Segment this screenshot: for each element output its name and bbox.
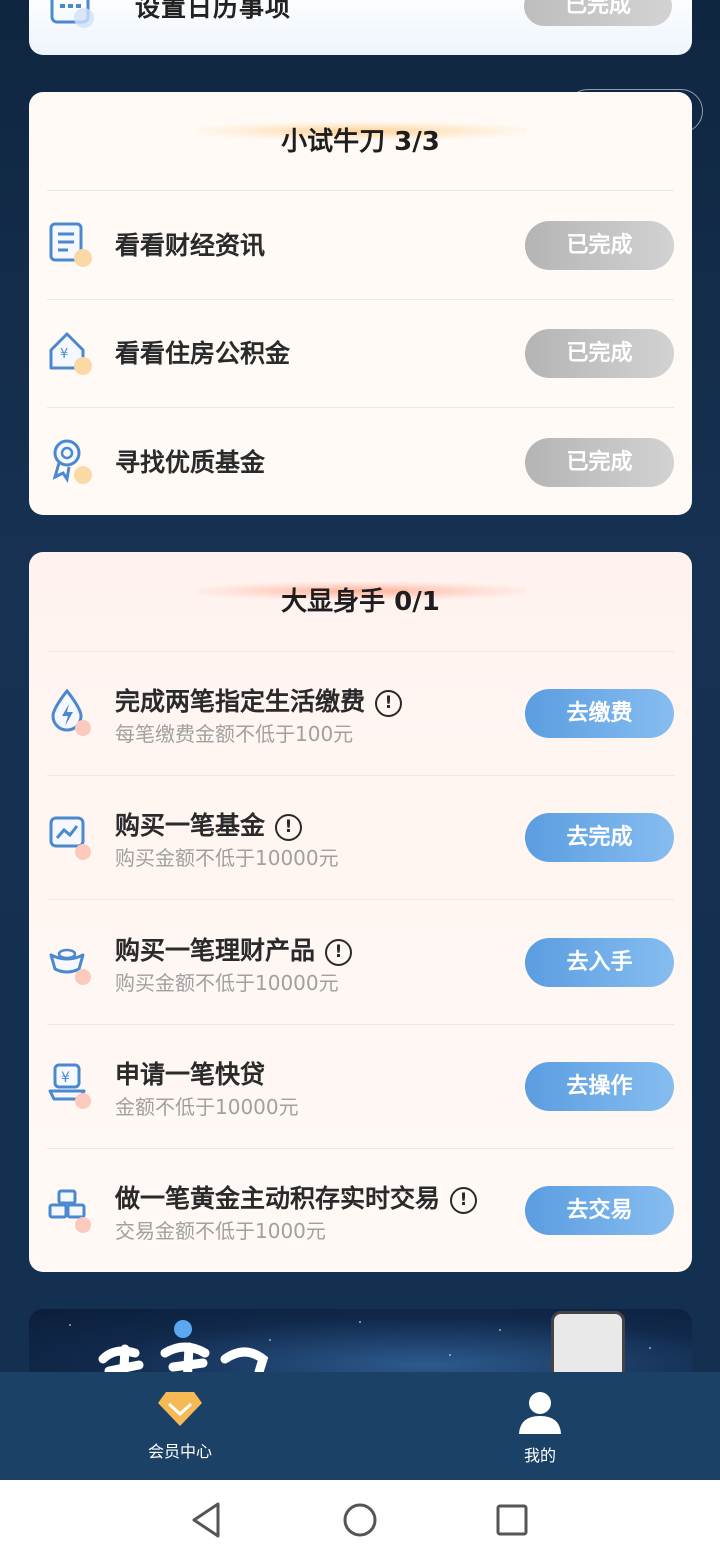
water-bolt-icon (51, 688, 91, 736)
gold-bars-icon (48, 1189, 91, 1233)
divider (47, 775, 674, 776)
task-title: 申请一笔快贷 (115, 1060, 266, 1089)
system-navigation-bar (0, 1480, 720, 1560)
news-document-icon (49, 222, 92, 267)
tab-label: 我的 (523, 1446, 556, 1465)
task-subtitle: 每笔缴费金额不低于100元 (115, 722, 354, 746)
divider (47, 407, 674, 408)
user-icon (519, 1392, 561, 1434)
calendar-task-row: 设置日历事项 已完成 (49, 0, 672, 44)
task-action-button[interactable]: 去操作 (525, 1062, 674, 1111)
tab-label: 会员中心 (147, 1442, 212, 1461)
house-yuan-icon: ¥ (49, 332, 92, 375)
section-title: 大显身手 0/1 (281, 587, 440, 617)
star-decoration (649, 1347, 651, 1349)
calendar-task-card: 设置日历事项 已完成 (29, 0, 692, 55)
recent-apps-icon[interactable] (492, 1500, 532, 1540)
task-title: 看看住房公积金 (115, 339, 291, 368)
calendar-task-title: 设置日历事项 (135, 0, 292, 22)
svg-text:¥: ¥ (60, 347, 68, 362)
task-subtitle: 购买金额不低于10000元 (115, 971, 339, 995)
gold-ingot-icon (49, 948, 91, 985)
task-row: 寻找优质基金 已完成 (47, 433, 674, 493)
task-row: 看看财经资讯 已完成 (47, 216, 674, 276)
divider (47, 190, 674, 191)
tab-mine[interactable]: 我的 (450, 1372, 630, 1480)
award-medal-icon (52, 439, 92, 484)
task-row: 完成两笔指定生活缴费! 每笔缴费金额不低于100元 去缴费 (47, 680, 674, 750)
section-title: 小试牛刀 3/3 (281, 127, 440, 157)
task-action-button[interactable]: 去入手 (525, 938, 674, 987)
task-action-button[interactable]: 去缴费 (525, 689, 674, 738)
task-title: 看看财经资讯 (115, 231, 266, 260)
task-done-button[interactable]: 已完成 (525, 438, 674, 487)
divider (47, 299, 674, 300)
section-beginner-card: 小试牛刀 3/3 看看财经资讯 已完成 ¥ 看看住房公积金 已完成 寻找优质基金… (29, 92, 692, 515)
divider (47, 1148, 674, 1149)
task-action-button[interactable]: 去完成 (525, 813, 674, 862)
task-done-button[interactable]: 已完成 (525, 329, 674, 378)
chart-trend-icon (49, 816, 91, 860)
tab-member-center[interactable]: 会员中心 (90, 1372, 270, 1480)
task-row: 做一笔黄金主动积存实时交易! 交易金额不低于1000元 去交易 (47, 1177, 674, 1247)
divider (47, 651, 674, 652)
home-icon[interactable] (340, 1500, 380, 1540)
bottom-tab-bar: 会员中心 我的 (0, 1372, 720, 1480)
task-subtitle: 购买金额不低于10000元 (115, 846, 339, 870)
info-icon[interactable]: ! (325, 939, 353, 966)
task-title: 寻找优质基金 (115, 448, 266, 477)
star-decoration (69, 1324, 71, 1326)
divider (47, 1024, 674, 1025)
task-subtitle: 金额不低于10000元 (115, 1095, 299, 1119)
task-row: ¥ 申请一笔快贷 金额不低于10000元 去操作 (47, 1053, 674, 1123)
task-title: 做一笔黄金主动积存实时交易! (115, 1179, 478, 1215)
task-title-text: 购买一笔基金 (115, 811, 266, 840)
calendar-icon (50, 0, 94, 28)
task-title: 购买一笔基金! (115, 806, 303, 842)
task-title: 完成两笔指定生活缴费! (115, 682, 403, 718)
task-row: 购买一笔理财产品! 购买金额不低于10000元 去入手 (47, 929, 674, 999)
task-title-text: 购买一笔理财产品 (115, 936, 316, 965)
task-title-text: 完成两笔指定生活缴费 (115, 687, 366, 716)
section-advanced-card: 大显身手 0/1 完成两笔指定生活缴费! 每笔缴费金额不低于100元 去缴费 购… (29, 552, 692, 1272)
info-icon[interactable]: ! (450, 1187, 478, 1214)
task-title-text: 做一笔黄金主动积存实时交易 (115, 1184, 441, 1213)
back-icon[interactable] (186, 1500, 226, 1540)
task-row: ¥ 看看住房公积金 已完成 (47, 324, 674, 384)
star-decoration (499, 1329, 501, 1331)
svg-text:¥: ¥ (61, 1070, 70, 1086)
task-subtitle: 交易金额不低于1000元 (115, 1219, 326, 1243)
star-decoration (359, 1321, 361, 1323)
task-done-button[interactable]: 已完成 (525, 221, 674, 270)
task-action-button[interactable]: 去交易 (525, 1186, 674, 1235)
calendar-task-done-button[interactable]: 已完成 (524, 0, 672, 26)
task-row: 购买一笔基金! 购买金额不低于10000元 去完成 (47, 804, 674, 874)
diamond-icon (158, 1392, 202, 1426)
loan-yuan-icon: ¥ (48, 1063, 91, 1109)
divider (47, 899, 674, 900)
info-icon[interactable]: ! (275, 814, 303, 841)
info-icon[interactable]: ! (375, 690, 403, 717)
task-title: 购买一笔理财产品! (115, 931, 353, 967)
star-decoration (449, 1354, 451, 1356)
